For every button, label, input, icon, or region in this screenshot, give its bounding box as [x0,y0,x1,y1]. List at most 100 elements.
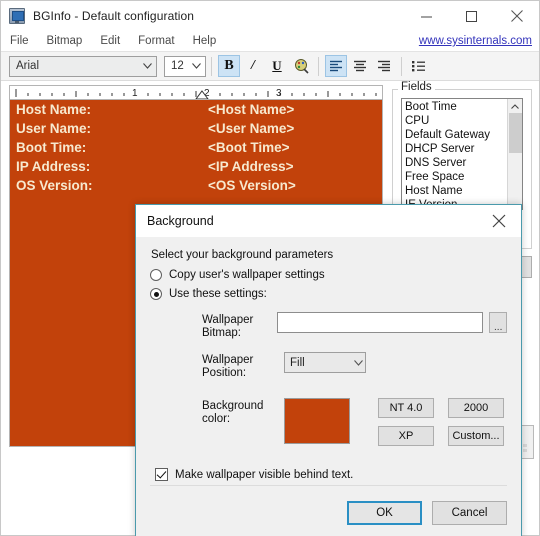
font-size-value: 12 [171,60,184,72]
doc-field-label: OS Version: [16,178,93,193]
color-palette-icon [295,59,309,74]
background-color-swatch[interactable] [284,398,350,444]
close-button[interactable] [494,1,539,31]
monitor-icon [9,8,25,24]
doc-field-token: <OS Version> [208,178,296,193]
menu-item-bitmap[interactable]: Bitmap [38,33,92,49]
ruler[interactable]: 1 2 3 [9,85,383,100]
chevron-down-icon [351,359,365,366]
bold-button[interactable]: B [218,55,240,77]
fields-listbox[interactable]: Boot Time CPU Default Gateway DHCP Serve… [401,98,523,210]
cancel-button[interactable]: Cancel [432,501,507,525]
align-left-button[interactable] [325,55,347,77]
wallpaper-position-select[interactable]: Fill [284,352,366,373]
font-family-value: Arial [16,60,40,72]
bullet-list-icon [412,61,425,72]
browse-button[interactable]: ... [489,312,508,333]
menu-bar: File Bitmap Edit Format Help www.sysinte… [1,31,539,52]
minimize-button[interactable] [404,1,449,31]
wallpaper-bitmap-row: Wallpaper Bitmap: ... [150,312,508,340]
doc-row: OS Version: <OS Version> [10,176,382,195]
preset-nt40-button[interactable]: NT 4.0 [378,398,434,418]
doc-field-token: <IP Address> [208,159,294,174]
radio-use-these-settings-label: Use these settings: [169,288,267,300]
doc-field-token: <Host Name> [208,102,295,117]
dialog-body: Select your background parameters Copy u… [136,237,521,481]
sysinternals-link[interactable]: www.sysinternals.com [419,35,532,47]
radio-use-these-settings[interactable]: Use these settings: [150,288,507,300]
underline-button[interactable]: U [266,55,288,77]
doc-field-label: Boot Time: [16,140,87,155]
maximize-button[interactable] [449,1,494,31]
scrollbar-thumb[interactable] [508,113,522,153]
radio-copy-wallpaper[interactable]: Copy user's wallpaper settings [150,269,507,281]
menu-item-help[interactable]: Help [184,33,226,49]
background-dialog: Background Select your background parame… [135,204,522,536]
wallpaper-position-value: Fill [290,356,305,369]
preset-custom-button[interactable]: Custom... [448,426,504,446]
toolbar-divider [401,56,402,76]
text-color-button[interactable] [290,55,312,77]
align-right-icon [378,60,390,72]
doc-row: User Name: <User Name> [10,119,382,138]
align-left-icon [330,60,342,72]
color-preset-grid: NT 4.0 2000 XP Custom... [378,398,504,446]
dialog-divider [150,485,507,486]
doc-row: IP Address: <IP Address> [10,157,382,176]
font-family-select[interactable]: Arial [9,55,157,77]
font-size-select[interactable]: 12 [164,55,206,77]
list-item[interactable]: Host Name [405,184,507,198]
background-color-label: Background color: [202,400,264,425]
bullets-button[interactable] [408,55,430,77]
ok-button[interactable]: OK [347,501,422,525]
align-center-button[interactable] [349,55,371,77]
radio-copy-wallpaper-label: Copy user's wallpaper settings [169,269,325,281]
preset-2000-button[interactable]: 2000 [448,398,504,418]
list-item[interactable]: Boot Time [405,100,507,114]
doc-field-label: User Name: [16,121,92,136]
dialog-hint: Select your background parameters [151,249,334,261]
svg-text:1: 1 [132,88,138,99]
align-right-button[interactable] [373,55,395,77]
doc-field-token: <User Name> [208,121,295,136]
wallpaper-bitmap-label: Wallpaper Bitmap: [202,314,254,339]
make-wallpaper-visible-checkbox-row[interactable]: Make wallpaper visible behind text. [155,468,507,481]
doc-field-token: <Boot Time> [208,140,290,155]
chevron-up-icon[interactable] [508,99,523,113]
list-item[interactable]: Free Space [405,170,507,184]
list-item[interactable]: DHCP Server [405,142,507,156]
dialog-actions: OK Cancel [347,501,507,525]
preset-xp-button[interactable]: XP [378,426,434,446]
fields-scrollbar[interactable] [507,99,522,209]
toolbar-divider [211,56,212,76]
title-bar: BGInfo - Default configuration [1,1,539,31]
italic-icon: / [251,58,255,73]
svg-text:3: 3 [276,88,282,99]
list-item[interactable]: DNS Server [405,156,507,170]
doc-row: Boot Time: <Boot Time> [10,138,382,157]
align-center-icon [354,60,366,72]
menu-item-format[interactable]: Format [129,33,183,49]
italic-button[interactable]: / [242,55,264,77]
underline-icon: U [272,58,282,73]
window-controls [404,1,539,31]
bold-icon: B [224,58,234,73]
dialog-title: Background [147,214,214,228]
menu-item-file[interactable]: File [1,33,38,49]
doc-field-label: IP Address: [16,159,91,174]
chevron-down-icon [189,63,203,69]
window-title: BGInfo - Default configuration [33,9,195,23]
list-item[interactable]: CPU [405,114,507,128]
radio-icon[interactable] [150,269,162,281]
wallpaper-bitmap-input[interactable] [277,312,484,333]
make-wallpaper-visible-label: Make wallpaper visible behind text. [175,468,354,481]
menu-item-edit[interactable]: Edit [91,33,129,49]
checkbox-icon[interactable] [155,468,168,481]
close-icon [492,214,506,228]
bginfo-window: BGInfo - Default configuration File Bitm… [0,0,540,536]
list-item[interactable]: Default Gateway [405,128,507,142]
dialog-close-button[interactable] [477,206,521,237]
fields-legend: Fields [398,81,435,93]
background-color-row: Background color: NT 4.0 2000 XP Custom.… [150,398,507,446]
radio-icon-selected[interactable] [150,288,162,300]
